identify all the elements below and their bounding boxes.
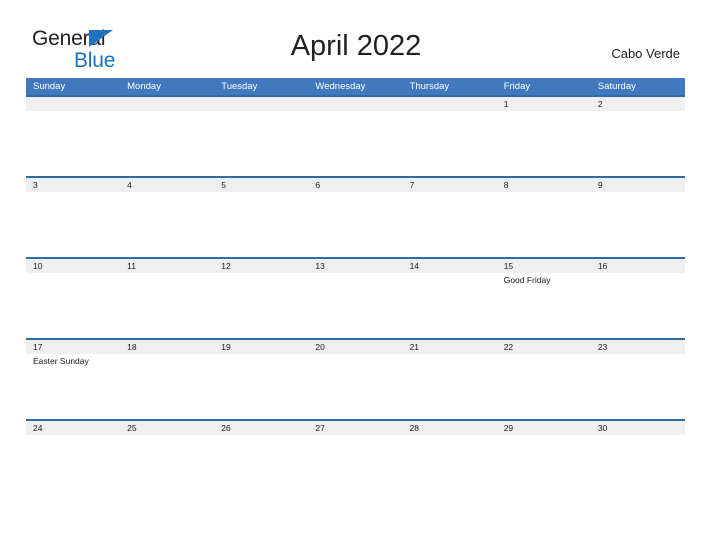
day-cell[interactable]: 19 xyxy=(214,340,308,419)
day-event-label: Good Friday xyxy=(503,275,551,285)
day-cell[interactable]: 3 xyxy=(26,178,120,257)
day-number: 23 xyxy=(597,342,608,352)
page-header: General Blue April 2022 Cabo Verde xyxy=(0,0,712,76)
page-title: April 2022 xyxy=(290,30,422,62)
day-number: 13 xyxy=(315,261,325,271)
week-row: 24 25 26 27 28 29 30 xyxy=(26,419,685,500)
day-of-week-header-row: Sunday Monday Tuesday Wednesday Thursday… xyxy=(26,78,685,95)
day-number: 2 xyxy=(597,99,603,109)
day-number: 10 xyxy=(33,261,43,271)
day-number: 1 xyxy=(503,99,509,109)
day-cell[interactable]: 4 xyxy=(120,178,214,257)
day-cell[interactable]: 30 xyxy=(591,421,685,500)
day-cell[interactable]: 6 xyxy=(308,178,402,257)
day-number: 22 xyxy=(503,342,514,352)
day-header-tuesday: Tuesday xyxy=(221,81,258,92)
day-cell[interactable]: 21 xyxy=(403,340,497,419)
week-row: 17 Easter Sunday 18 19 20 21 22 23 xyxy=(26,338,685,419)
day-header-thursday: Thursday xyxy=(409,81,450,92)
day-number: 15 xyxy=(503,261,514,271)
day-number: 14 xyxy=(409,261,420,271)
week-row: 3 4 5 6 7 8 9 xyxy=(26,176,685,257)
day-cell[interactable]: 27 xyxy=(308,421,402,500)
week-row: 1 2 xyxy=(26,95,685,176)
day-cell[interactable]: 14 xyxy=(403,259,497,338)
day-cell[interactable]: 13 xyxy=(308,259,402,338)
day-cell[interactable]: 9 xyxy=(591,178,685,257)
day-cell[interactable]: 20 xyxy=(308,340,402,419)
day-number: 29 xyxy=(503,423,514,433)
day-header-monday: Monday xyxy=(127,81,161,92)
day-number: 5 xyxy=(221,180,227,190)
day-cell[interactable] xyxy=(308,97,402,176)
day-cell[interactable]: 2 xyxy=(591,97,685,176)
day-cell[interactable]: 25 xyxy=(120,421,214,500)
day-number: 25 xyxy=(127,423,137,433)
day-cell[interactable]: 12 xyxy=(214,259,308,338)
day-number: 12 xyxy=(221,261,231,271)
day-cell[interactable]: 26 xyxy=(214,421,308,500)
day-header-sunday: Sunday xyxy=(33,81,66,92)
day-header-wednesday: Wednesday xyxy=(315,81,366,92)
day-number: 20 xyxy=(315,342,325,352)
day-cell[interactable]: 17 Easter Sunday xyxy=(26,340,120,419)
day-number: 18 xyxy=(127,342,137,352)
day-event-label: Easter Sunday xyxy=(33,356,89,366)
day-number: 24 xyxy=(33,423,43,433)
day-cell[interactable]: 1 xyxy=(497,97,591,176)
day-header-friday: Friday xyxy=(503,81,531,92)
day-number: 8 xyxy=(503,180,509,190)
day-cell[interactable]: 22 xyxy=(497,340,591,419)
day-cell[interactable] xyxy=(120,97,214,176)
day-cell[interactable]: 7 xyxy=(403,178,497,257)
day-number: 26 xyxy=(221,423,231,433)
day-number: 16 xyxy=(597,261,608,271)
day-cell[interactable]: 29 xyxy=(497,421,591,500)
day-cell[interactable]: 16 xyxy=(591,259,685,338)
day-number: 28 xyxy=(409,423,420,433)
day-cell[interactable] xyxy=(26,97,120,176)
day-number: 6 xyxy=(315,180,321,190)
day-number: 19 xyxy=(221,342,231,352)
day-cell[interactable]: 10 xyxy=(26,259,120,338)
day-number: 21 xyxy=(409,342,420,352)
day-cell[interactable]: 11 xyxy=(120,259,214,338)
day-cell[interactable] xyxy=(214,97,308,176)
day-cell[interactable]: 28 xyxy=(403,421,497,500)
day-cell[interactable]: 5 xyxy=(214,178,308,257)
day-cell[interactable] xyxy=(403,97,497,176)
day-cell[interactable]: 15 Good Friday xyxy=(497,259,591,338)
day-number: 7 xyxy=(409,180,415,190)
day-number: 9 xyxy=(597,180,603,190)
day-number: 17 xyxy=(33,342,43,352)
day-cell[interactable]: 18 xyxy=(120,340,214,419)
day-cell[interactable]: 24 xyxy=(26,421,120,500)
calendar-grid: Sunday Monday Tuesday Wednesday Thursday… xyxy=(26,78,685,500)
day-number: 4 xyxy=(127,180,132,190)
day-number: 30 xyxy=(597,423,608,433)
day-cell[interactable]: 8 xyxy=(497,178,591,257)
calendar-page: General Blue April 2022 Cabo Verde Sunda… xyxy=(0,0,712,550)
country-label: Cabo Verde xyxy=(611,46,680,61)
day-cell[interactable]: 23 xyxy=(591,340,685,419)
day-number: 11 xyxy=(127,261,136,271)
day-number: 3 xyxy=(33,180,38,190)
day-number: 27 xyxy=(315,423,325,433)
day-header-saturday: Saturday xyxy=(597,81,636,92)
week-row: 10 11 12 13 14 15 Good Friday 16 xyxy=(26,257,685,338)
